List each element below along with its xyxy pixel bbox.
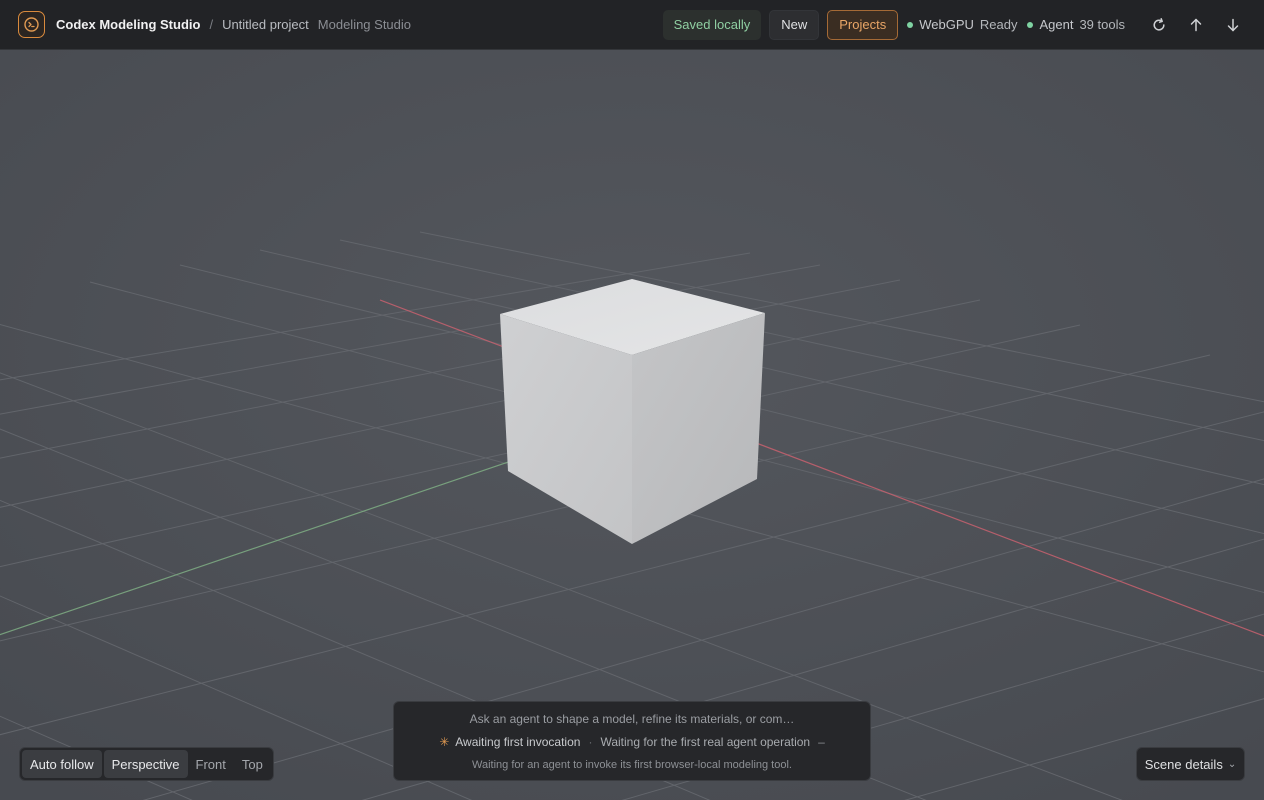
agent-status-title: Awaiting first invocation — [455, 735, 581, 749]
webgpu-status-dot-icon — [907, 21, 914, 28]
projects-button[interactable]: Projects — [827, 9, 899, 40]
spark-icon: ✳ — [439, 735, 450, 749]
arrow-down-icon[interactable] — [1220, 12, 1246, 38]
agent-status-dot-icon — [1027, 21, 1034, 28]
app-title: Codex Modeling Studio — [56, 17, 201, 32]
project-name[interactable]: Untitled project — [222, 17, 309, 32]
view-toolbar: Auto follow Perspective Front Top — [19, 747, 274, 781]
status-separator: · — [588, 735, 593, 749]
arrow-up-icon[interactable] — [1183, 12, 1209, 38]
status-dash: – — [818, 735, 825, 749]
studio-label: Modeling Studio — [317, 17, 412, 32]
webgpu-status: WebGPU Ready — [907, 17, 1017, 32]
3d-viewport[interactable] — [0, 50, 1264, 800]
scene-details-label: Scene details — [1144, 756, 1223, 772]
auto-follow-toggle[interactable]: Auto follow — [22, 750, 102, 778]
refresh-icon[interactable] — [1146, 12, 1172, 38]
front-view-button[interactable]: Front — [188, 750, 234, 778]
new-project-button[interactable]: New — [769, 9, 820, 40]
save-status-badge: Saved locally — [662, 9, 762, 40]
top-bar: Codex Modeling Studio / Untitled project… — [0, 0, 1264, 50]
webgpu-state: Ready — [979, 17, 1018, 32]
webgpu-label: WebGPU — [919, 17, 974, 32]
agent-tools-count: 39 tools — [1079, 17, 1125, 32]
agent-prompt-panel[interactable]: Ask an agent to shape a model, refine it… — [393, 701, 871, 781]
agent-status-line: ✳ Awaiting first invocation · Waiting fo… — [394, 735, 870, 749]
scene-details-button[interactable]: Scene details ⌄ — [1136, 747, 1245, 781]
top-view-button[interactable]: Top — [234, 750, 271, 778]
agent-status-description: Waiting for an agent to invoke its first… — [472, 759, 792, 771]
agent-status: Agent 39 tools — [1027, 17, 1125, 32]
agent-label: Agent — [1039, 17, 1074, 32]
app-logo-icon[interactable] — [18, 11, 45, 38]
agent-prompt-input[interactable]: Ask an agent to shape a model, refine it… — [394, 712, 870, 726]
perspective-view-button[interactable]: Perspective — [103, 750, 188, 778]
viewport-canvas[interactable] — [0, 50, 1264, 800]
chevron-down-icon: ⌄ — [1227, 758, 1237, 770]
breadcrumb-separator: / — [209, 17, 214, 32]
agent-status-detail: Waiting for the first real agent operati… — [600, 735, 811, 749]
